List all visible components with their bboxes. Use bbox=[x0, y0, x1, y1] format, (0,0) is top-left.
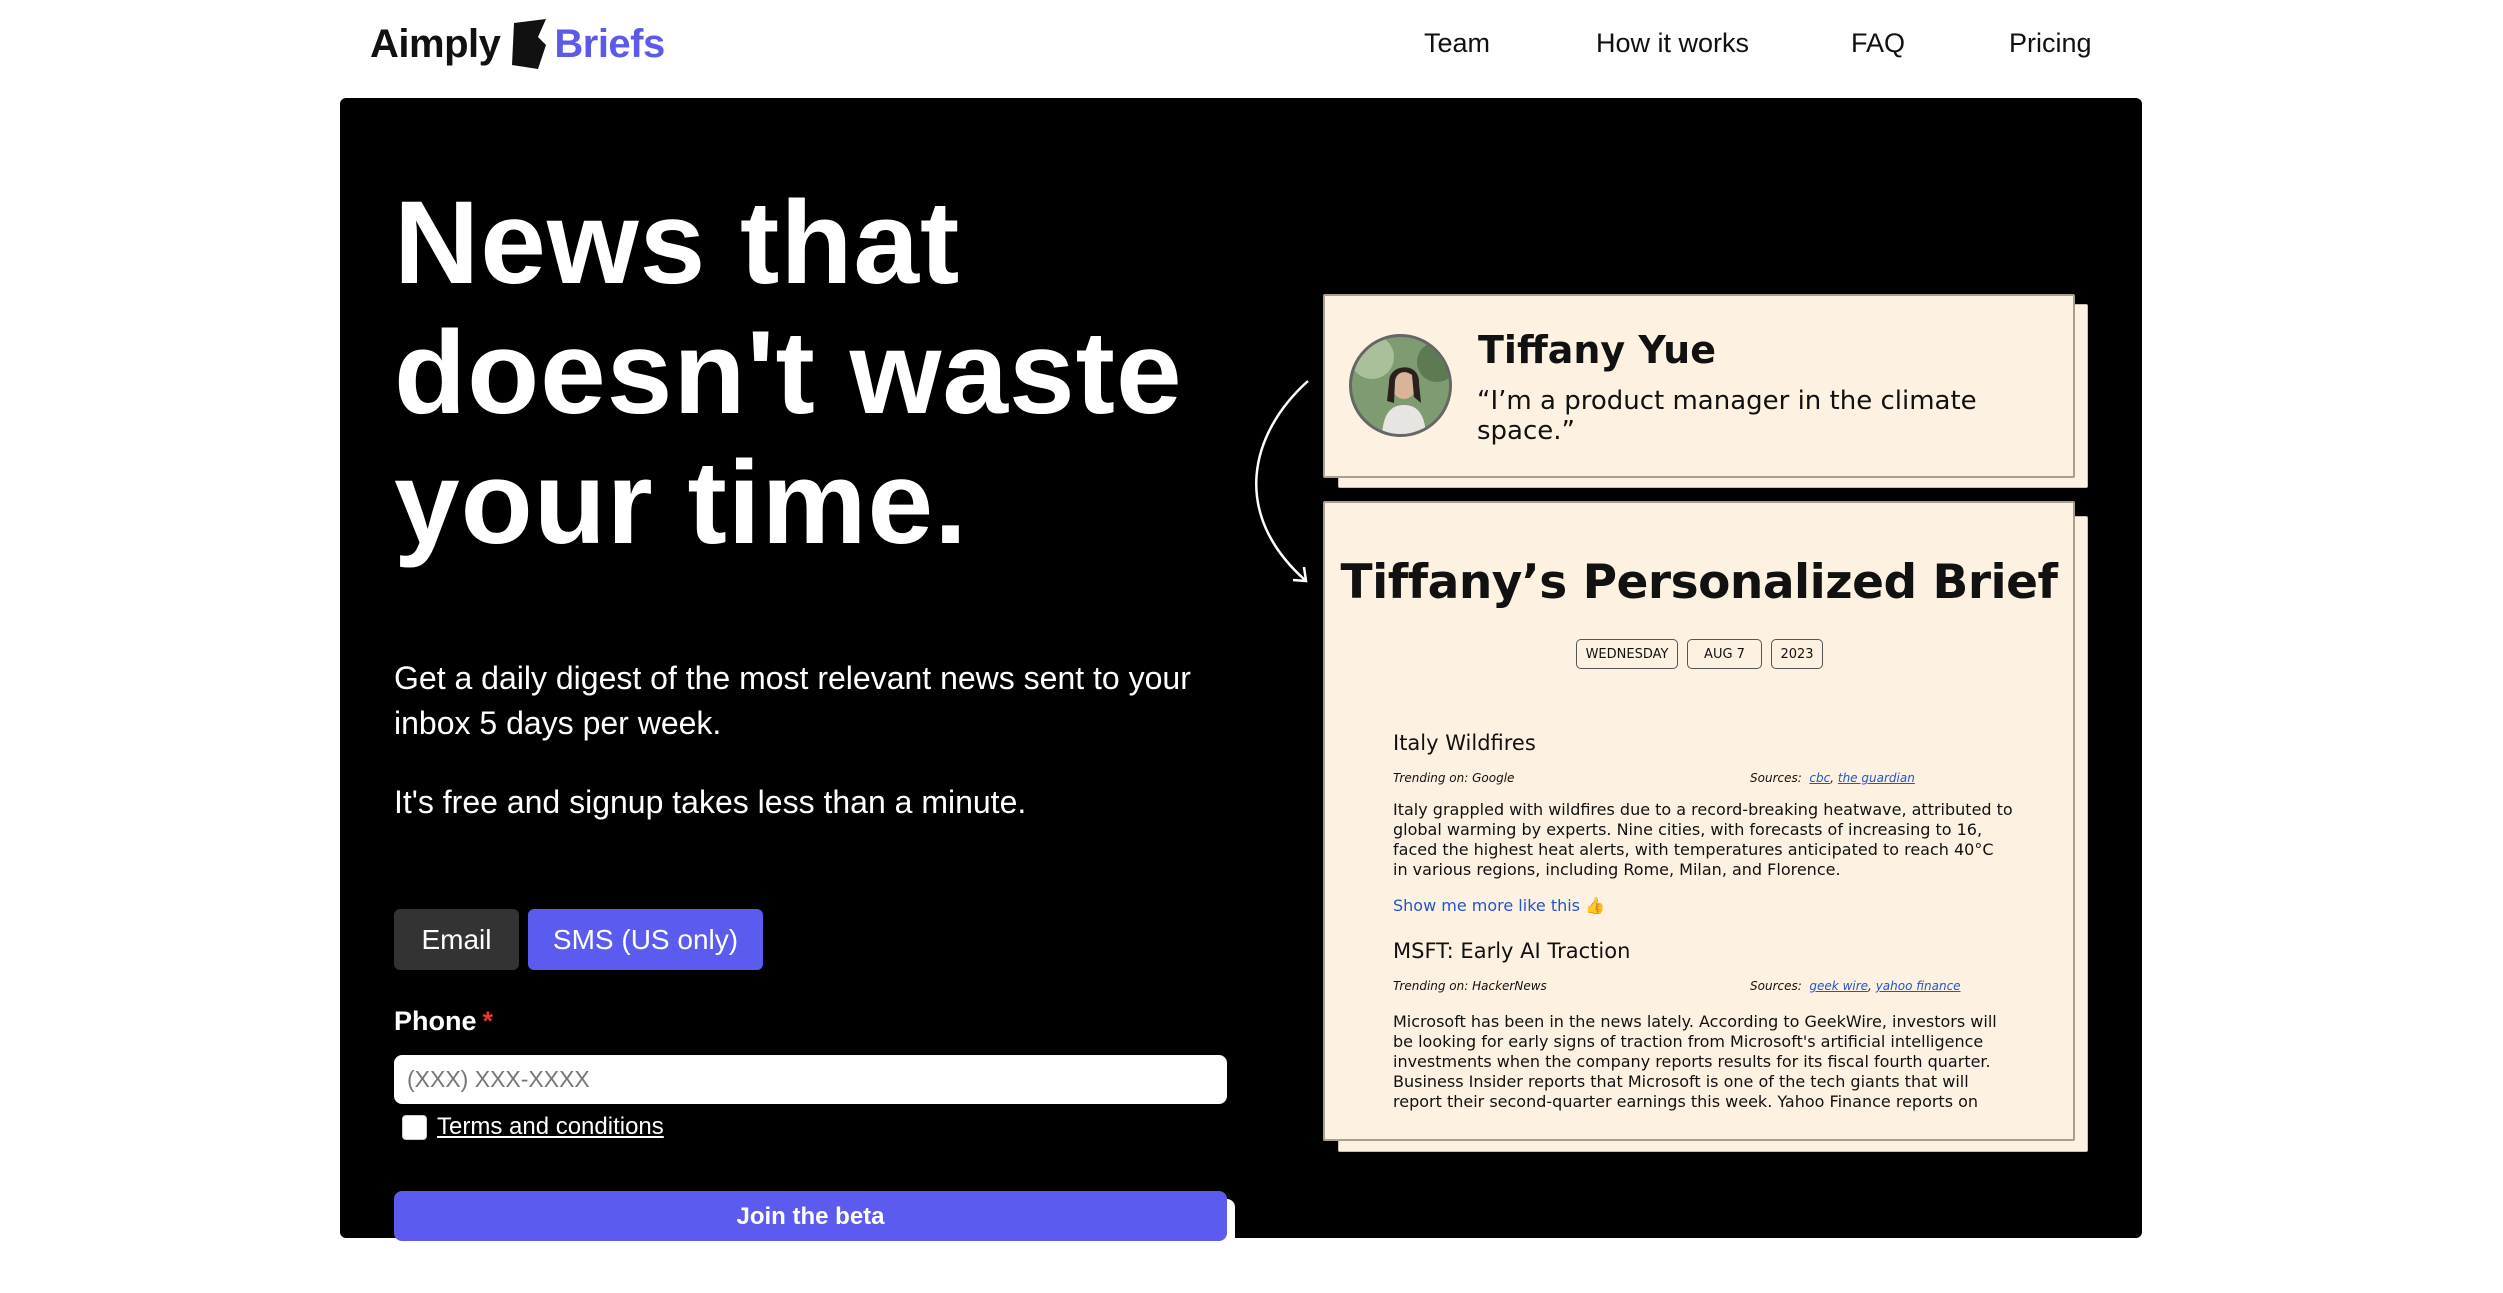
nav-pricing[interactable]: Pricing bbox=[2009, 28, 2092, 59]
brief-card: Tiffany’s Personalized Brief WEDNESDAY A… bbox=[1323, 501, 2075, 1141]
terms-row: Terms and conditions bbox=[402, 1113, 664, 1141]
hero-section: News that doesn't waste your time. Get a… bbox=[340, 98, 2142, 1293]
carousel-dot-3[interactable] bbox=[2040, 1269, 2064, 1293]
join-beta-button[interactable]: Join the beta bbox=[394, 1191, 1227, 1241]
brief-title: Tiffany’s Personalized Brief bbox=[1340, 555, 2058, 610]
tab-email[interactable]: Email bbox=[394, 909, 519, 970]
profile-quote: “I’m a product manager in the climate sp… bbox=[1477, 386, 1977, 446]
story-trending: Trending on: HackerNews bbox=[1393, 979, 1547, 993]
nav-how-it-works[interactable]: How it works bbox=[1596, 28, 1749, 59]
hero-headline: News that doesn't waste your time. bbox=[394, 177, 1183, 569]
date-weekday: WEDNESDAY bbox=[1576, 639, 1678, 669]
nav-team[interactable]: Team bbox=[1424, 28, 1490, 59]
source-link[interactable]: cbc bbox=[1809, 771, 1830, 785]
story-sources: Sources: cbc, the guardian bbox=[1750, 771, 1915, 785]
carousel-dot-2[interactable] bbox=[1999, 1269, 2023, 1293]
terms-link[interactable]: Terms and conditions bbox=[437, 1113, 664, 1141]
source-link[interactable]: geek wire bbox=[1809, 979, 1868, 993]
phone-label-text: Phone bbox=[394, 1006, 477, 1036]
phone-label: Phone * bbox=[394, 1006, 493, 1037]
source-link[interactable]: the guardian bbox=[1838, 771, 1915, 785]
source-link[interactable]: yahoo finance bbox=[1876, 979, 1961, 993]
nav-faq[interactable]: FAQ bbox=[1851, 28, 1905, 59]
story-sources: Sources: geek wire, yahoo finance bbox=[1750, 979, 1961, 993]
top-nav: Team How it works FAQ Pricing bbox=[0, 24, 2503, 64]
profile-card: Tiffany Yue “I’m a product manager in th… bbox=[1323, 294, 2075, 478]
tab-sms[interactable]: SMS (US only) bbox=[528, 909, 763, 970]
date-day: AUG 7 bbox=[1687, 639, 1762, 669]
carousel-dot-1[interactable] bbox=[1958, 1269, 1982, 1293]
hero-subtitle-signup: It's free and signup takes less than a m… bbox=[394, 784, 1027, 820]
story-trending: Trending on: Google bbox=[1393, 771, 1515, 785]
story-body: Italy grappled with wildfires due to a r… bbox=[1393, 800, 2013, 879]
story-title: Italy Wildfires bbox=[1393, 731, 1536, 755]
sources-label: Sources: bbox=[1750, 979, 1802, 993]
avatar-photo-icon bbox=[1352, 337, 1449, 434]
hero-subtitle: Get a daily digest of the most relevant … bbox=[394, 660, 1191, 741]
terms-checkbox[interactable] bbox=[402, 1114, 427, 1140]
date-year: 2023 bbox=[1771, 639, 1823, 669]
profile-name: Tiffany Yue bbox=[1478, 328, 1717, 372]
curved-arrow-icon bbox=[1255, 380, 1309, 583]
phone-input[interactable] bbox=[394, 1055, 1227, 1104]
avatar bbox=[1349, 334, 1452, 437]
sources-label: Sources: bbox=[1750, 771, 1802, 785]
required-marker: * bbox=[482, 1006, 494, 1036]
story-title: MSFT: Early AI Traction bbox=[1393, 939, 1631, 963]
carousel-dots bbox=[1958, 1269, 2064, 1293]
story-body: Microsoft has been in the news lately. A… bbox=[1393, 1012, 1997, 1111]
show-more-link[interactable]: Show me more like this 👍 bbox=[1393, 896, 1605, 915]
